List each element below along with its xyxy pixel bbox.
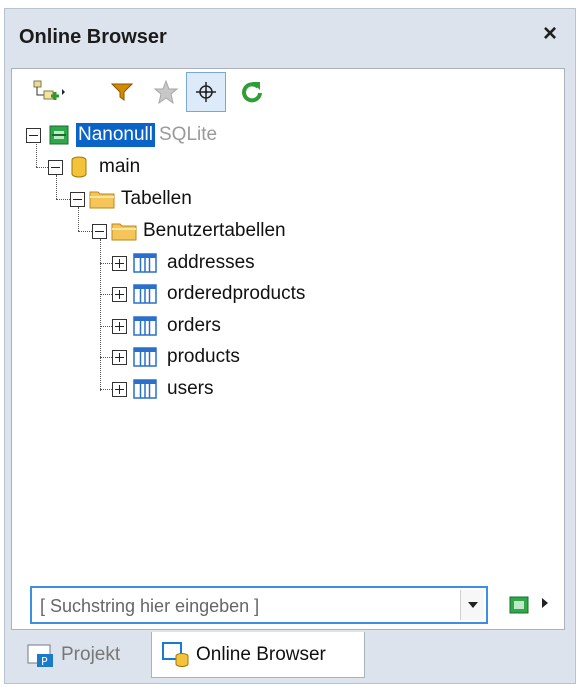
collapse-icon[interactable] bbox=[48, 159, 63, 175]
table-name: orderedproducts bbox=[167, 283, 306, 304]
tree-connector bbox=[100, 357, 112, 358]
search-input[interactable] bbox=[38, 594, 458, 618]
toolbar bbox=[12, 72, 282, 112]
online-browser-icon bbox=[162, 641, 189, 667]
tree-connector bbox=[100, 239, 101, 391]
search-combobox[interactable] bbox=[30, 586, 488, 624]
tree-node-tables-folder[interactable]: Tabellen bbox=[70, 184, 192, 214]
search-dropdown-button[interactable] bbox=[460, 590, 484, 620]
tree-connector bbox=[100, 326, 112, 327]
expand-icon[interactable] bbox=[112, 286, 127, 302]
table-icon bbox=[133, 253, 157, 273]
tab-label: Online Browser bbox=[196, 643, 326, 665]
table-icon bbox=[133, 316, 157, 336]
tree-node-schema[interactable]: main bbox=[48, 152, 140, 182]
tab-online-browser[interactable]: Online Browser bbox=[151, 632, 365, 678]
folder-icon bbox=[89, 191, 115, 209]
expand-icon[interactable] bbox=[112, 349, 127, 365]
tree-connector bbox=[100, 389, 112, 390]
expand-icon[interactable] bbox=[112, 255, 127, 271]
tab-projekt[interactable]: P Projekt bbox=[17, 632, 145, 678]
table-icon bbox=[133, 284, 157, 304]
locate-button[interactable] bbox=[186, 72, 226, 112]
title-bar: Online Browser × bbox=[5, 9, 575, 63]
refresh-icon bbox=[242, 82, 262, 103]
collapse-icon[interactable] bbox=[92, 223, 107, 239]
connection-name[interactable]: Nanonull bbox=[76, 123, 155, 147]
collapse-icon[interactable] bbox=[26, 127, 41, 143]
project-icon: P bbox=[27, 644, 53, 668]
folder-label: Benutzertabellen bbox=[143, 220, 286, 241]
favorites-button[interactable] bbox=[146, 72, 186, 112]
close-icon[interactable]: × bbox=[537, 21, 563, 47]
chevron-right-icon bbox=[542, 598, 548, 608]
tree-connector bbox=[36, 167, 48, 168]
expand-icon[interactable] bbox=[112, 381, 127, 397]
star-icon bbox=[153, 79, 179, 105]
refresh-button[interactable] bbox=[232, 72, 272, 112]
table-icon bbox=[133, 379, 157, 399]
tree-node-table[interactable]: orders bbox=[112, 311, 221, 341]
tree-node-table[interactable]: addresses bbox=[112, 248, 255, 278]
database-connection-icon bbox=[49, 125, 69, 145]
add-connection-icon bbox=[33, 80, 65, 100]
filter-button[interactable] bbox=[102, 72, 142, 112]
bottom-tabs: P Projekt Online Browser bbox=[11, 632, 571, 680]
database-tree: Nanonull SQLite main Tabellen Benutzerta… bbox=[12, 117, 552, 417]
table-name: orders bbox=[167, 315, 221, 336]
folder-label: Tabellen bbox=[121, 188, 192, 209]
svg-text:P: P bbox=[41, 655, 48, 668]
schema-icon bbox=[71, 156, 87, 178]
filter-icon bbox=[111, 83, 133, 101]
table-icon bbox=[133, 347, 157, 367]
online-browser-window: Online Browser × Nanonull SQLite main Ta… bbox=[0, 0, 580, 687]
search-options-button[interactable] bbox=[508, 594, 530, 616]
tree-connector bbox=[56, 199, 70, 200]
tree-node-user-tables-folder[interactable]: Benutzertabellen bbox=[92, 216, 286, 246]
tree-node-table[interactable]: products bbox=[112, 342, 240, 372]
tree-node-table[interactable]: orderedproducts bbox=[112, 279, 305, 309]
tab-label: Projekt bbox=[61, 644, 121, 665]
connection-type: SQLite bbox=[159, 124, 218, 145]
window-title: Online Browser bbox=[19, 26, 167, 48]
search-options-icon bbox=[509, 596, 529, 614]
search-bar bbox=[30, 586, 560, 626]
crosshair-icon bbox=[196, 82, 216, 102]
chevron-down-icon bbox=[467, 602, 478, 608]
tree-connector bbox=[100, 263, 112, 264]
tree-node-table[interactable]: users bbox=[112, 374, 213, 404]
folder-icon bbox=[111, 223, 137, 241]
table-name: addresses bbox=[167, 252, 255, 273]
search-more-button[interactable] bbox=[540, 596, 554, 616]
tree-node-root[interactable]: Nanonull SQLite bbox=[26, 120, 217, 150]
schema-name: main bbox=[99, 156, 141, 177]
tree-connector bbox=[78, 231, 92, 232]
table-name: products bbox=[167, 346, 240, 367]
expand-icon[interactable] bbox=[112, 318, 127, 334]
table-name: users bbox=[167, 378, 214, 399]
tree-connector bbox=[100, 294, 112, 295]
add-datasource-button[interactable] bbox=[28, 72, 70, 112]
collapse-icon[interactable] bbox=[70, 191, 85, 207]
